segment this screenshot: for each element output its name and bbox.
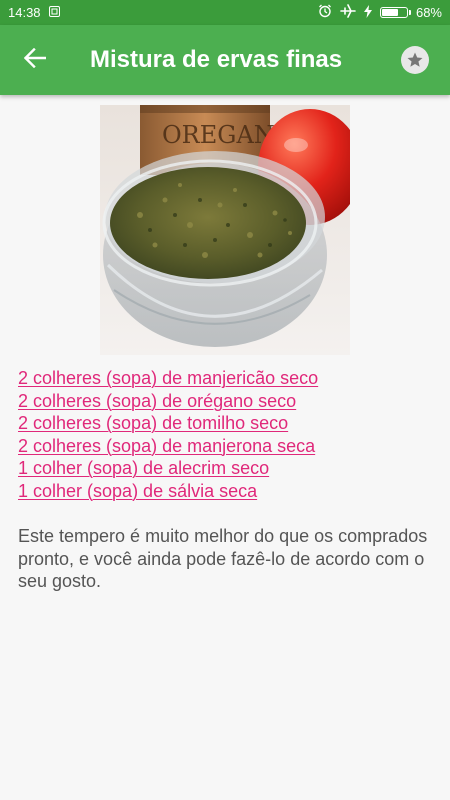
status-time: 14:38 [8,5,41,20]
battery-percent: 68% [415,5,442,20]
list-item: 2 colheres (sopa) de orégano seco [18,390,438,413]
ingredients-list: 2 colheres (sopa) de manjericão seco 2 co… [18,367,438,502]
list-item: 2 colheres (sopa) de manjerona seca [18,435,438,458]
ingredient-link[interactable]: 2 colheres (sopa) de tomilho seco [18,412,438,435]
star-icon [401,46,429,74]
ingredient-link[interactable]: 1 colher (sopa) de sálvia seca [18,480,438,503]
ingredient-link[interactable]: 2 colheres (sopa) de manjericão seco [18,367,438,390]
battery-fill [381,9,399,16]
notification-icon [48,5,60,20]
recipe-image: OREGANO [100,105,350,355]
charging-icon [363,4,372,21]
list-item: 2 colheres (sopa) de manjericão seco [18,367,438,390]
list-item: 2 colheres (sopa) de tomilho seco [18,412,438,435]
arrow-back-icon [23,47,47,73]
ingredient-link[interactable]: 2 colheres (sopa) de orégano seco [18,390,438,413]
alarm-icon [318,4,332,21]
page-title: Mistura de ervas finas [90,46,343,73]
app-bar: Mistura de ervas finas [0,25,450,95]
list-item: 1 colher (sopa) de alecrim seco [18,457,438,480]
back-button[interactable] [0,25,70,95]
battery-icon [379,7,411,18]
ingredient-link[interactable]: 2 colheres (sopa) de manjerona seca [18,435,438,458]
ingredient-link[interactable]: 1 colher (sopa) de alecrim seco [18,457,438,480]
favorite-button[interactable] [380,25,450,95]
list-item: 1 colher (sopa) de sálvia seca [18,480,438,503]
status-bar: 14:38 68% [0,0,450,25]
recipe-description: Este tempero é muito melhor do que os co… [18,526,428,591]
airplane-mode-icon [340,4,356,21]
